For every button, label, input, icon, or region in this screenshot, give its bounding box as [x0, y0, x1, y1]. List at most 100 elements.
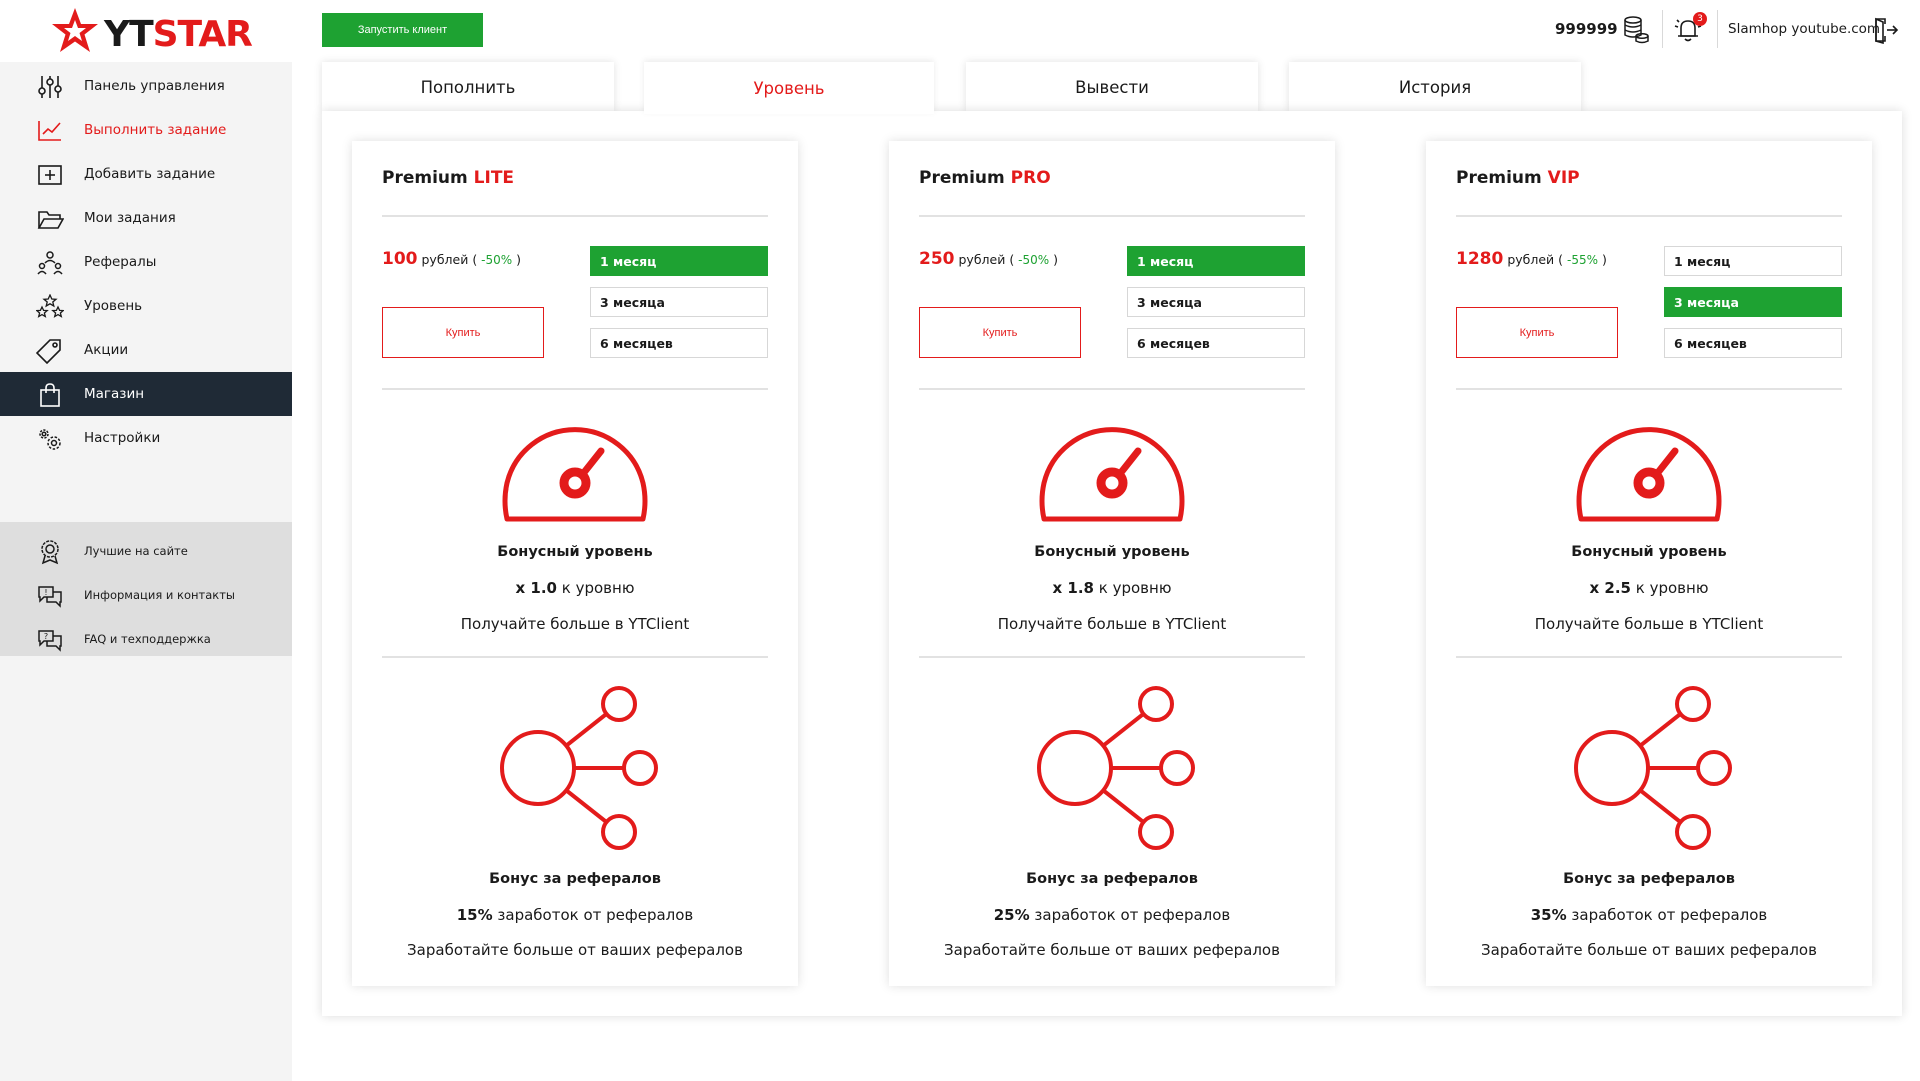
folder-icon	[37, 211, 64, 229]
secondary-nav: Лучшие на сайте ! Информация и контакты …	[0, 522, 292, 656]
stars-icon	[36, 294, 64, 318]
add-task-icon	[38, 165, 62, 185]
sidebar-item-promotions[interactable]: Акции	[0, 328, 292, 372]
divider	[1456, 656, 1842, 658]
buy-button[interactable]: Купить	[1456, 307, 1618, 358]
star-logo-icon	[52, 8, 98, 52]
sidebar-item-label: FAQ и техподдержка	[84, 632, 211, 646]
shopping-bag-icon	[40, 383, 60, 407]
bonus-level-title: Бонусный уровень	[497, 544, 653, 560]
sidebar-item-label: Магазин	[84, 386, 145, 402]
sidebar-item-faq[interactable]: ? FAQ и техподдержка	[0, 618, 292, 662]
balance-value: 999999	[1555, 20, 1618, 38]
chart-check-icon	[38, 121, 61, 141]
header-divider	[1662, 10, 1663, 48]
tab-level[interactable]: Уровень	[644, 62, 934, 114]
share-network-icon	[500, 686, 658, 850]
premium-card-lite: Premium LITE 100 рублей ( -50% ) Купить …	[352, 141, 798, 986]
level-hint: Получайте больше в YTClient	[1534, 615, 1764, 633]
bonus-level-title: Бонусный уровень	[1571, 544, 1727, 560]
sidebar-item-referrals[interactable]: Рефералы	[0, 240, 292, 284]
premium-card-pro: Premium PRO 250 рублей ( -50% ) Купить 1…	[889, 141, 1335, 986]
referral-percent-line: 25% заработок от рефералов	[993, 906, 1231, 924]
sidebar-item-level[interactable]: Уровень	[0, 284, 292, 328]
sidebar-item-label: Мои задания	[84, 210, 176, 226]
price: 1280 рублей ( -55% )	[1456, 249, 1607, 269]
divider	[919, 388, 1305, 390]
logo[interactable]: YTSTAR	[0, 0, 292, 62]
divider	[382, 215, 768, 217]
logout-icon[interactable]	[1873, 16, 1899, 44]
referral-hint: Заработайте больше от ваших рефералов	[944, 941, 1280, 959]
sidebar-item-info[interactable]: ! Информация и контакты	[0, 574, 292, 618]
price: 100 рублей ( -50% )	[382, 249, 522, 269]
speedometer-icon	[1039, 427, 1185, 522]
multiplier-line: x 2.5 к уровню	[1589, 579, 1709, 597]
period-option[interactable]: 3 месяца	[1127, 287, 1305, 317]
username[interactable]: Slamhop youtube.com	[1728, 21, 1880, 37]
sidebar-item-settings[interactable]: Настройки	[0, 416, 292, 460]
divider	[382, 656, 768, 658]
sidebar-item-do-task[interactable]: Выполнить задание	[0, 108, 292, 152]
referral-percent-line: 35% заработок от рефералов	[1530, 906, 1768, 924]
tab-withdraw[interactable]: Вывести	[966, 62, 1258, 112]
notification-badge: 3	[1693, 12, 1707, 26]
sidebar-item-label: Информация и контакты	[84, 588, 235, 602]
logo-text: YTSTAR	[104, 14, 253, 55]
faq-chat-icon: ?	[38, 630, 62, 652]
buy-button[interactable]: Купить	[382, 307, 544, 358]
referral-title: Бонус за рефералов	[1563, 871, 1735, 887]
referral-hint: Заработайте больше от ваших рефералов	[1481, 941, 1817, 959]
sidebar-item-label: Выполнить задание	[84, 122, 227, 138]
sidebar-item-add-task[interactable]: Добавить задание	[0, 152, 292, 196]
period-option[interactable]: 6 месяцев	[1664, 328, 1842, 358]
speedometer-icon	[502, 427, 648, 522]
card-title: Premium VIP	[1456, 168, 1580, 188]
tab-deposit[interactable]: Пополнить	[322, 62, 614, 112]
period-option[interactable]: 3 месяца	[1664, 287, 1842, 317]
sidebar-item-shop[interactable]: Магазин	[0, 372, 292, 416]
period-option[interactable]: 6 месяцев	[1127, 328, 1305, 358]
referral-percent-line: 15% заработок от рефералов	[456, 906, 694, 924]
speedometer-icon	[1576, 427, 1722, 522]
sidebar-item-label: Уровень	[84, 298, 143, 314]
sidebar-item-dashboard[interactable]: Панель управления	[0, 64, 292, 108]
period-option[interactable]: 6 месяцев	[590, 328, 768, 358]
launch-client-button[interactable]: Запустить клиент	[322, 13, 483, 47]
multiplier-line: x 1.0 к уровню	[515, 579, 635, 597]
tab-history[interactable]: История	[1289, 62, 1581, 112]
svg-text:!: !	[44, 588, 47, 597]
period-option[interactable]: 1 месяц	[1664, 246, 1842, 276]
header-divider	[1717, 10, 1718, 48]
share-network-icon	[1037, 686, 1195, 850]
sidebar-item-best[interactable]: Лучшие на сайте	[0, 530, 292, 574]
sidebar-item-label: Акции	[84, 342, 129, 358]
level-hint: Получайте больше в YTClient	[460, 615, 690, 633]
sidebar-item-label: Добавить задание	[84, 166, 216, 182]
divider	[1456, 388, 1842, 390]
period-option[interactable]: 1 месяц	[590, 246, 768, 276]
card-title: Premium LITE	[382, 168, 515, 188]
sidebar-item-label: Настройки	[84, 430, 161, 446]
sidebar-item-my-tasks[interactable]: Мои задания	[0, 196, 292, 240]
divider	[919, 656, 1305, 658]
referral-hint: Заработайте больше от ваших рефералов	[407, 941, 743, 959]
divider	[919, 215, 1305, 217]
divider	[382, 388, 768, 390]
referrals-icon	[37, 251, 63, 275]
sliders-icon	[38, 76, 62, 98]
referral-title: Бонус за рефералов	[1026, 871, 1198, 887]
period-option[interactable]: 1 месяц	[1127, 246, 1305, 276]
info-chat-icon: !	[38, 586, 62, 608]
buy-button[interactable]: Купить	[919, 307, 1081, 358]
period-option[interactable]: 3 месяца	[590, 287, 768, 317]
svg-text:?: ?	[44, 632, 48, 641]
sidebar-item-label: Панель управления	[84, 78, 225, 94]
sidebar: YTSTAR Панель управления Выполнить задан…	[0, 0, 292, 1081]
main-nav: Панель управления Выполнить задание Доба…	[0, 64, 292, 460]
multiplier-line: x 1.8 к уровню	[1052, 579, 1172, 597]
level-hint: Получайте больше в YTClient	[997, 615, 1227, 633]
sidebar-item-label: Лучшие на сайте	[84, 544, 188, 558]
divider	[1456, 215, 1842, 217]
award-icon	[41, 540, 59, 565]
